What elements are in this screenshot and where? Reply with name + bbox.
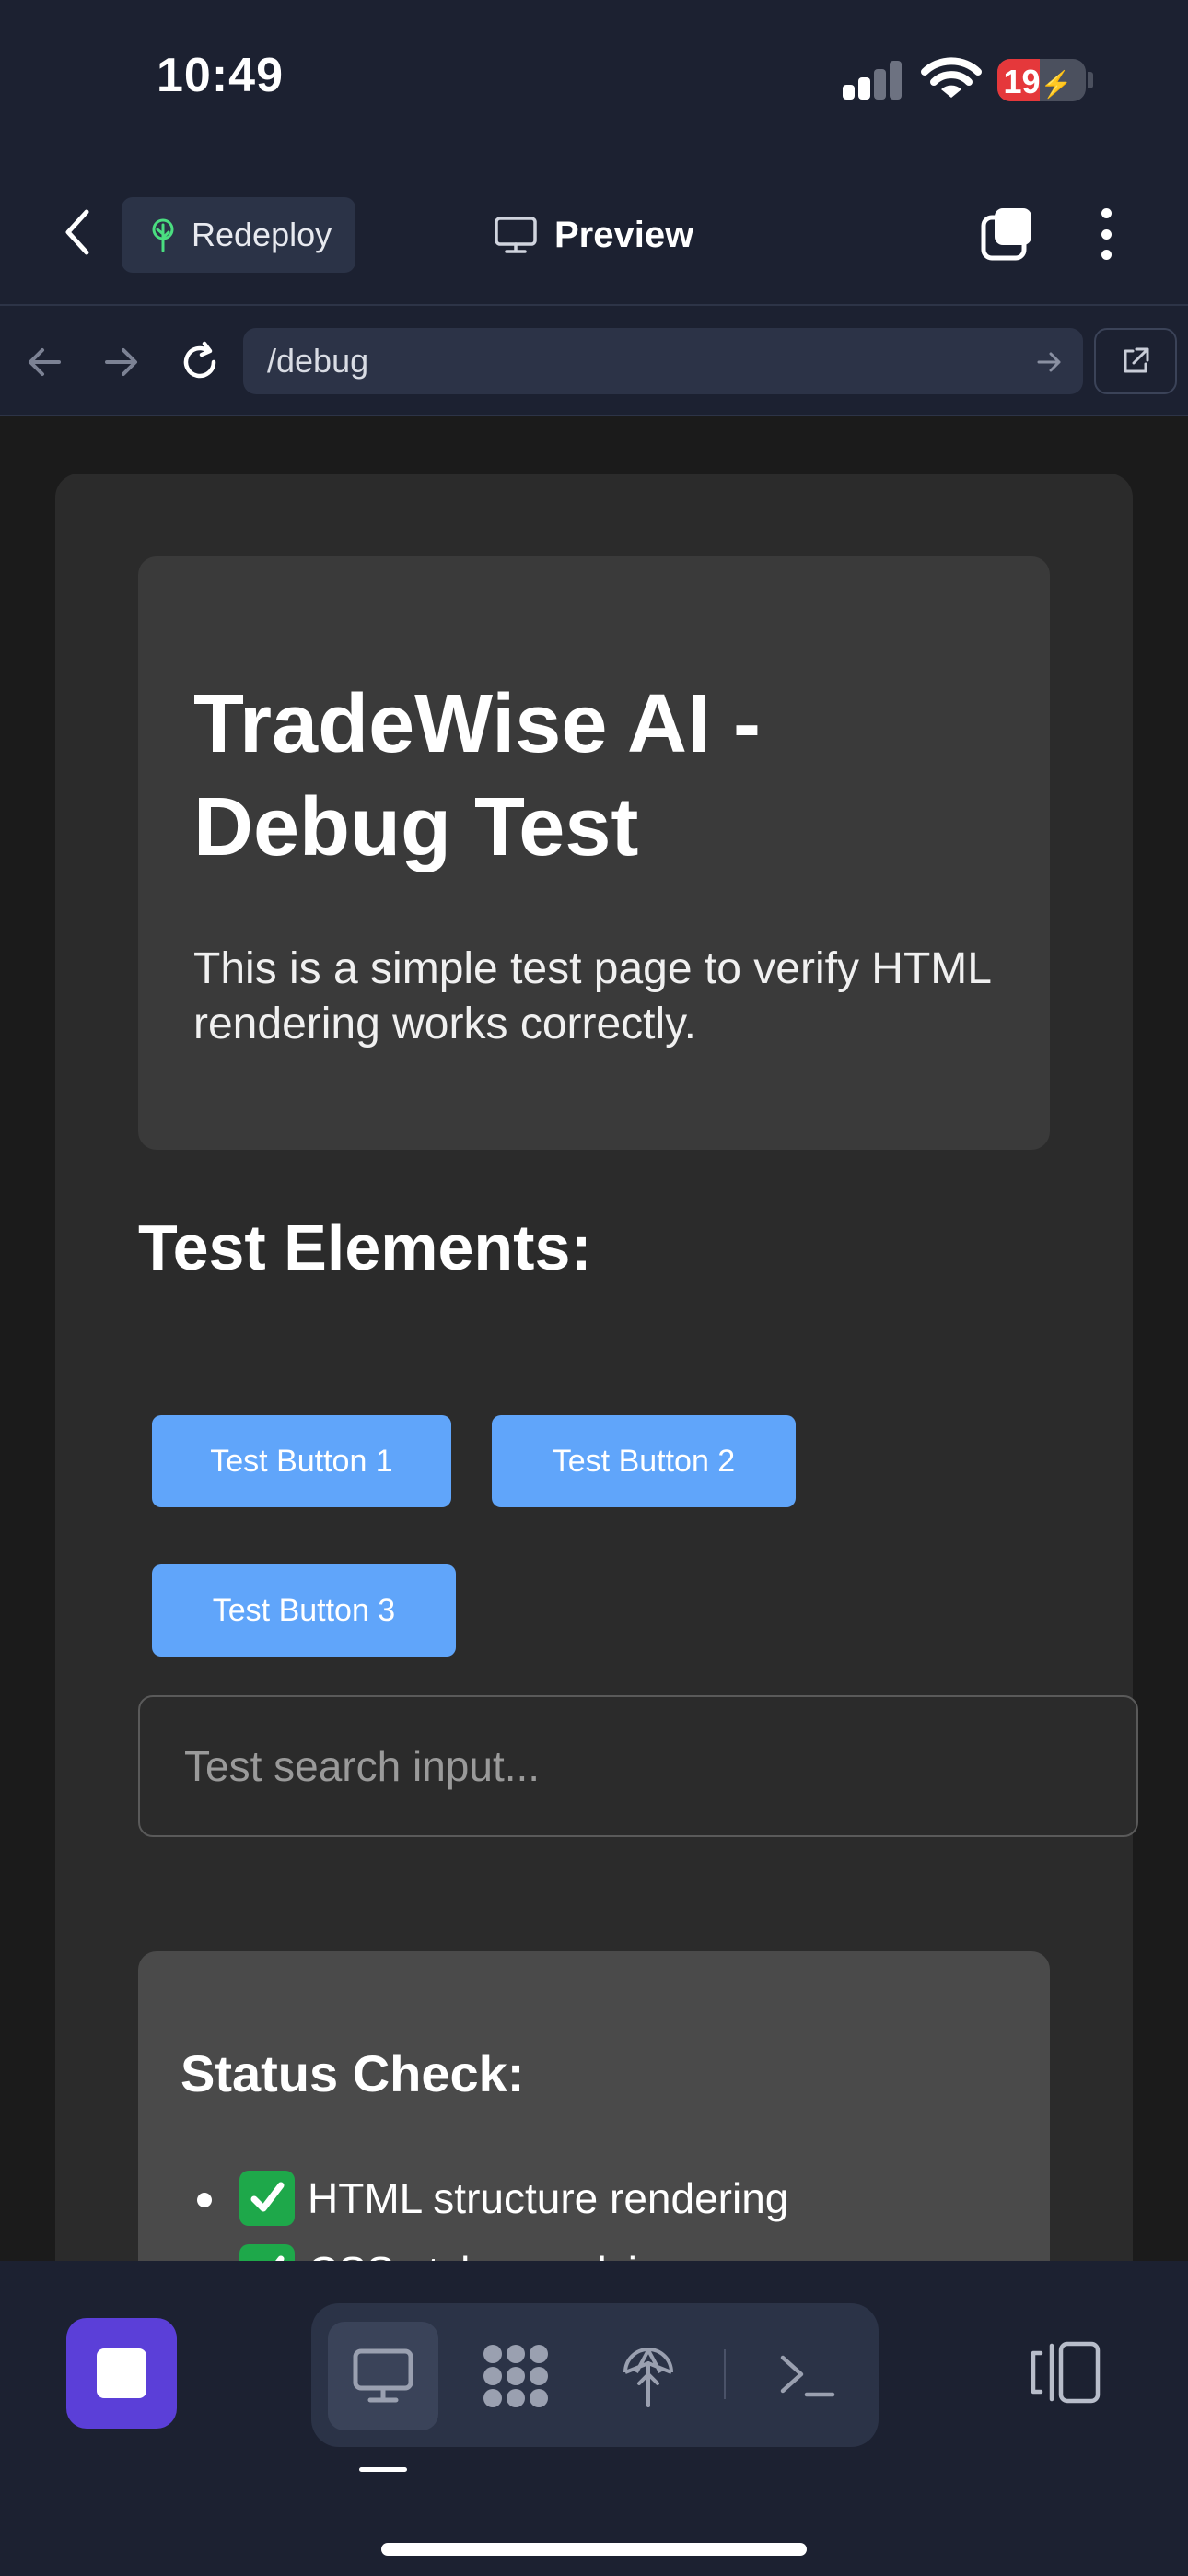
terminal-icon (780, 2355, 835, 2397)
test-button-2[interactable]: Test Button 2 (492, 1415, 796, 1507)
status-time: 10:49 (157, 49, 284, 102)
tabs-icon[interactable] (980, 206, 1035, 262)
reload-icon[interactable] (177, 339, 223, 385)
battery-level: 19 (1003, 63, 1041, 100)
back-icon[interactable] (55, 205, 99, 260)
arrow-left-icon[interactable] (22, 339, 68, 385)
battery-icon: 19⚡ (997, 59, 1086, 101)
page-title: Preview (554, 214, 694, 255)
list-item: HTML structure rendering (197, 2161, 789, 2235)
status-list: HTML structure rendering CSS styles appl… (197, 2161, 789, 2261)
hero-description: This is a simple test page to verify HTM… (193, 944, 991, 1048)
battery-cap (1088, 72, 1093, 88)
tool-deploy[interactable] (593, 2322, 704, 2430)
page-container: TradeWise AI - Debug Test This is a simp… (55, 474, 1138, 2261)
hero-card: TradeWise AI - Debug Test This is a simp… (138, 556, 1050, 1150)
check-icon (239, 2244, 295, 2261)
stop-button[interactable] (66, 2318, 177, 2429)
url-text: /debug (267, 342, 369, 380)
monitor-icon (495, 217, 537, 253)
status-title: Status Check: (181, 2044, 525, 2102)
redeploy-button[interactable]: Redeploy (122, 197, 355, 273)
wifi-icon (921, 57, 982, 98)
tool-grid[interactable] (460, 2322, 571, 2430)
signal-icon (843, 61, 903, 100)
web-viewport[interactable]: TradeWise AI - Debug Test This is a simp… (0, 416, 1188, 2261)
status-item-label: HTML structure rendering (308, 2174, 789, 2222)
external-link-icon (1124, 347, 1149, 373)
redeploy-label: Redeploy (192, 216, 332, 253)
list-item: CSS styles applying (239, 2235, 788, 2261)
arrow-right-icon[interactable] (98, 339, 144, 385)
more-icon[interactable] (1092, 205, 1120, 263)
hero-title: TradeWise AI - Debug Test (193, 678, 762, 873)
section-title: Test Elements: (138, 1212, 592, 1283)
tool-separator (724, 2349, 726, 2399)
preview-header: Preview (494, 205, 693, 265)
status-card: Status Check: HTML structure rendering C… (138, 1951, 1050, 2261)
url-bar[interactable]: /debug (243, 328, 1083, 394)
tool-terminal[interactable] (751, 2322, 862, 2430)
search-input[interactable] (138, 1695, 1138, 1837)
stop-icon (97, 2348, 146, 2398)
tool-preview[interactable] (328, 2322, 438, 2430)
go-arrow-icon[interactable] (1035, 348, 1063, 376)
deploy-icon (623, 2348, 673, 2407)
home-indicator (381, 2543, 807, 2556)
layout-toggle-icon[interactable] (1030, 2340, 1101, 2405)
test-button-1[interactable]: Test Button 1 (152, 1415, 451, 1507)
grid-icon (483, 2345, 548, 2407)
active-tab-indicator (359, 2467, 407, 2472)
bottom-toolbar (0, 2261, 1188, 2576)
status-item-label: CSS styles applying (308, 2247, 684, 2261)
open-external-button[interactable] (1094, 328, 1177, 394)
monitor-icon (353, 2348, 413, 2403)
test-button-3[interactable]: Test Button 3 (152, 1564, 456, 1657)
check-icon (239, 2171, 295, 2226)
tool-group (311, 2303, 879, 2447)
header-divider (0, 304, 1188, 306)
tree-icon (152, 218, 174, 252)
